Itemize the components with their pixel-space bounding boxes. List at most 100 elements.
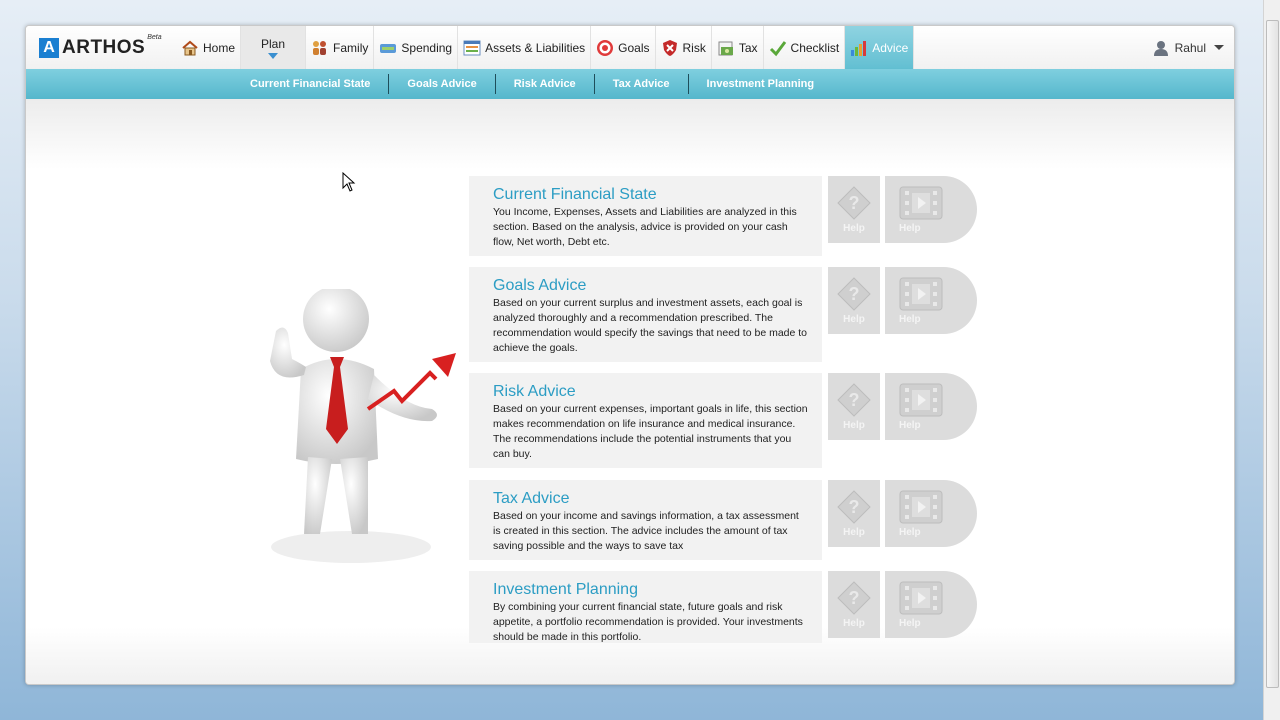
brand-tag: Beta xyxy=(147,34,162,41)
subnav-current-financial-state[interactable]: Current Financial State xyxy=(232,74,390,94)
card-current-financial-state[interactable]: Current Financial State You Income, Expe… xyxy=(469,176,822,256)
help-question-icon: ? xyxy=(837,277,871,311)
nav-advice[interactable]: Advice xyxy=(845,26,915,69)
help-label: Help xyxy=(843,618,865,629)
help-question-icon: ? xyxy=(837,383,871,417)
video-help-button[interactable]: Help xyxy=(885,480,977,547)
help-button[interactable]: ? Help xyxy=(828,267,880,334)
user-name: Rahul xyxy=(1174,40,1206,55)
scrollbar-thumb[interactable] xyxy=(1266,20,1279,688)
video-help-button[interactable]: Help xyxy=(885,571,977,638)
nav-label: Tax xyxy=(738,40,758,55)
nav-plan[interactable]: Plan xyxy=(241,26,307,69)
help-label: Help xyxy=(843,527,865,538)
help-label: Help xyxy=(899,618,921,629)
nav-risk[interactable]: Risk xyxy=(656,26,712,69)
card-description: Based on your current expenses, importan… xyxy=(493,403,808,460)
chart-icon xyxy=(850,39,868,57)
nav-assets-liabilities[interactable]: Assets & Liabilities xyxy=(458,26,592,69)
subnav-goals-advice[interactable]: Goals Advice xyxy=(389,74,496,94)
assets-icon xyxy=(463,39,481,57)
thumbs-up-figure-illustration xyxy=(256,286,466,569)
vertical-scrollbar[interactable] xyxy=(1263,0,1280,720)
nav-label: Advice xyxy=(872,40,909,55)
card-description: By combining your current financial stat… xyxy=(493,601,803,643)
video-film-icon xyxy=(899,383,943,417)
check-icon xyxy=(769,39,787,57)
svg-text:?: ? xyxy=(849,497,860,517)
svg-text:?: ? xyxy=(849,588,860,608)
nav-family[interactable]: Family xyxy=(306,26,375,69)
nav-label: Plan xyxy=(261,36,286,51)
target-icon xyxy=(596,39,614,57)
nav-home[interactable]: Home xyxy=(176,26,242,69)
tax-icon xyxy=(717,39,735,57)
help-button[interactable]: ? Help xyxy=(828,480,880,547)
caret-down-icon xyxy=(268,52,279,59)
card-title[interactable]: Current Financial State xyxy=(493,186,808,204)
help-label: Help xyxy=(843,420,865,431)
nav-goals[interactable]: Goals xyxy=(591,26,656,69)
nav-label: Home xyxy=(203,40,236,55)
home-icon xyxy=(181,39,199,57)
video-film-icon xyxy=(899,490,943,524)
app-window: A ARTHOS Beta Home Plan Family Spending xyxy=(25,25,1235,685)
card-title[interactable]: Goals Advice xyxy=(493,277,808,295)
logo-mark-icon: A xyxy=(39,37,59,58)
subnav-tax-advice[interactable]: Tax Advice xyxy=(595,74,689,94)
shield-icon xyxy=(661,39,679,57)
svg-text:?: ? xyxy=(849,390,860,410)
help-label: Help xyxy=(899,314,921,325)
brand-name: ARTHOS xyxy=(62,36,146,58)
help-label: Help xyxy=(843,223,865,234)
card-description: Based on your income and savings informa… xyxy=(493,510,799,552)
video-help-button[interactable]: Help xyxy=(885,373,977,440)
help-question-icon: ? xyxy=(837,186,871,220)
subnav-risk-advice[interactable]: Risk Advice xyxy=(496,74,595,94)
user-avatar-icon xyxy=(1153,40,1169,56)
svg-text:?: ? xyxy=(849,193,860,213)
nav-label: Spending xyxy=(401,40,453,55)
card-description: You Income, Expenses, Assets and Liabili… xyxy=(493,206,797,248)
help-label: Help xyxy=(899,223,921,234)
help-button[interactable]: ? Help xyxy=(828,571,880,638)
card-description: Based on your current surplus and invest… xyxy=(493,297,808,354)
sub-navigation: Current Financial State Goals Advice Ris… xyxy=(26,69,1234,99)
card-title[interactable]: Investment Planning xyxy=(493,581,808,599)
brand-logo[interactable]: A ARTHOS Beta xyxy=(26,26,176,69)
nav-checklist[interactable]: Checklist xyxy=(764,26,846,69)
spending-icon xyxy=(379,39,397,57)
nav-label: Family xyxy=(333,40,369,55)
card-investment-planning[interactable]: Investment Planning By combining your cu… xyxy=(469,571,822,643)
video-help-button[interactable]: Help xyxy=(885,176,977,243)
chevron-down-icon xyxy=(1214,45,1224,50)
mouse-cursor-icon xyxy=(342,172,356,192)
help-button[interactable]: ? Help xyxy=(828,373,880,440)
card-goals-advice[interactable]: Goals Advice Based on your current surpl… xyxy=(469,267,822,362)
svg-text:?: ? xyxy=(849,284,860,304)
card-title[interactable]: Tax Advice xyxy=(493,490,808,508)
nav-spending[interactable]: Spending xyxy=(374,26,459,69)
family-icon xyxy=(311,39,329,57)
video-help-button[interactable]: Help xyxy=(885,267,977,334)
video-film-icon xyxy=(899,277,943,311)
help-label: Help xyxy=(843,314,865,325)
nav-label: Checklist xyxy=(790,40,840,55)
card-title[interactable]: Risk Advice xyxy=(493,383,808,401)
help-label: Help xyxy=(899,420,921,431)
nav-label: Assets & Liabilities xyxy=(485,40,586,55)
help-question-icon: ? xyxy=(837,490,871,524)
main-content: Current Financial State You Income, Expe… xyxy=(26,99,1234,684)
top-navigation: A ARTHOS Beta Home Plan Family Spending xyxy=(26,26,1234,69)
nav-label: Risk xyxy=(682,40,706,55)
video-film-icon xyxy=(899,186,943,220)
subnav-investment-planning[interactable]: Investment Planning xyxy=(689,74,833,94)
help-question-icon: ? xyxy=(837,581,871,615)
help-label: Help xyxy=(899,527,921,538)
card-tax-advice[interactable]: Tax Advice Based on your income and savi… xyxy=(469,480,822,560)
user-menu[interactable]: Rahul xyxy=(1153,26,1234,69)
card-risk-advice[interactable]: Risk Advice Based on your current expens… xyxy=(469,373,822,468)
help-button[interactable]: ? Help xyxy=(828,176,880,243)
nav-label: Goals xyxy=(618,40,650,55)
nav-tax[interactable]: Tax xyxy=(712,26,764,69)
